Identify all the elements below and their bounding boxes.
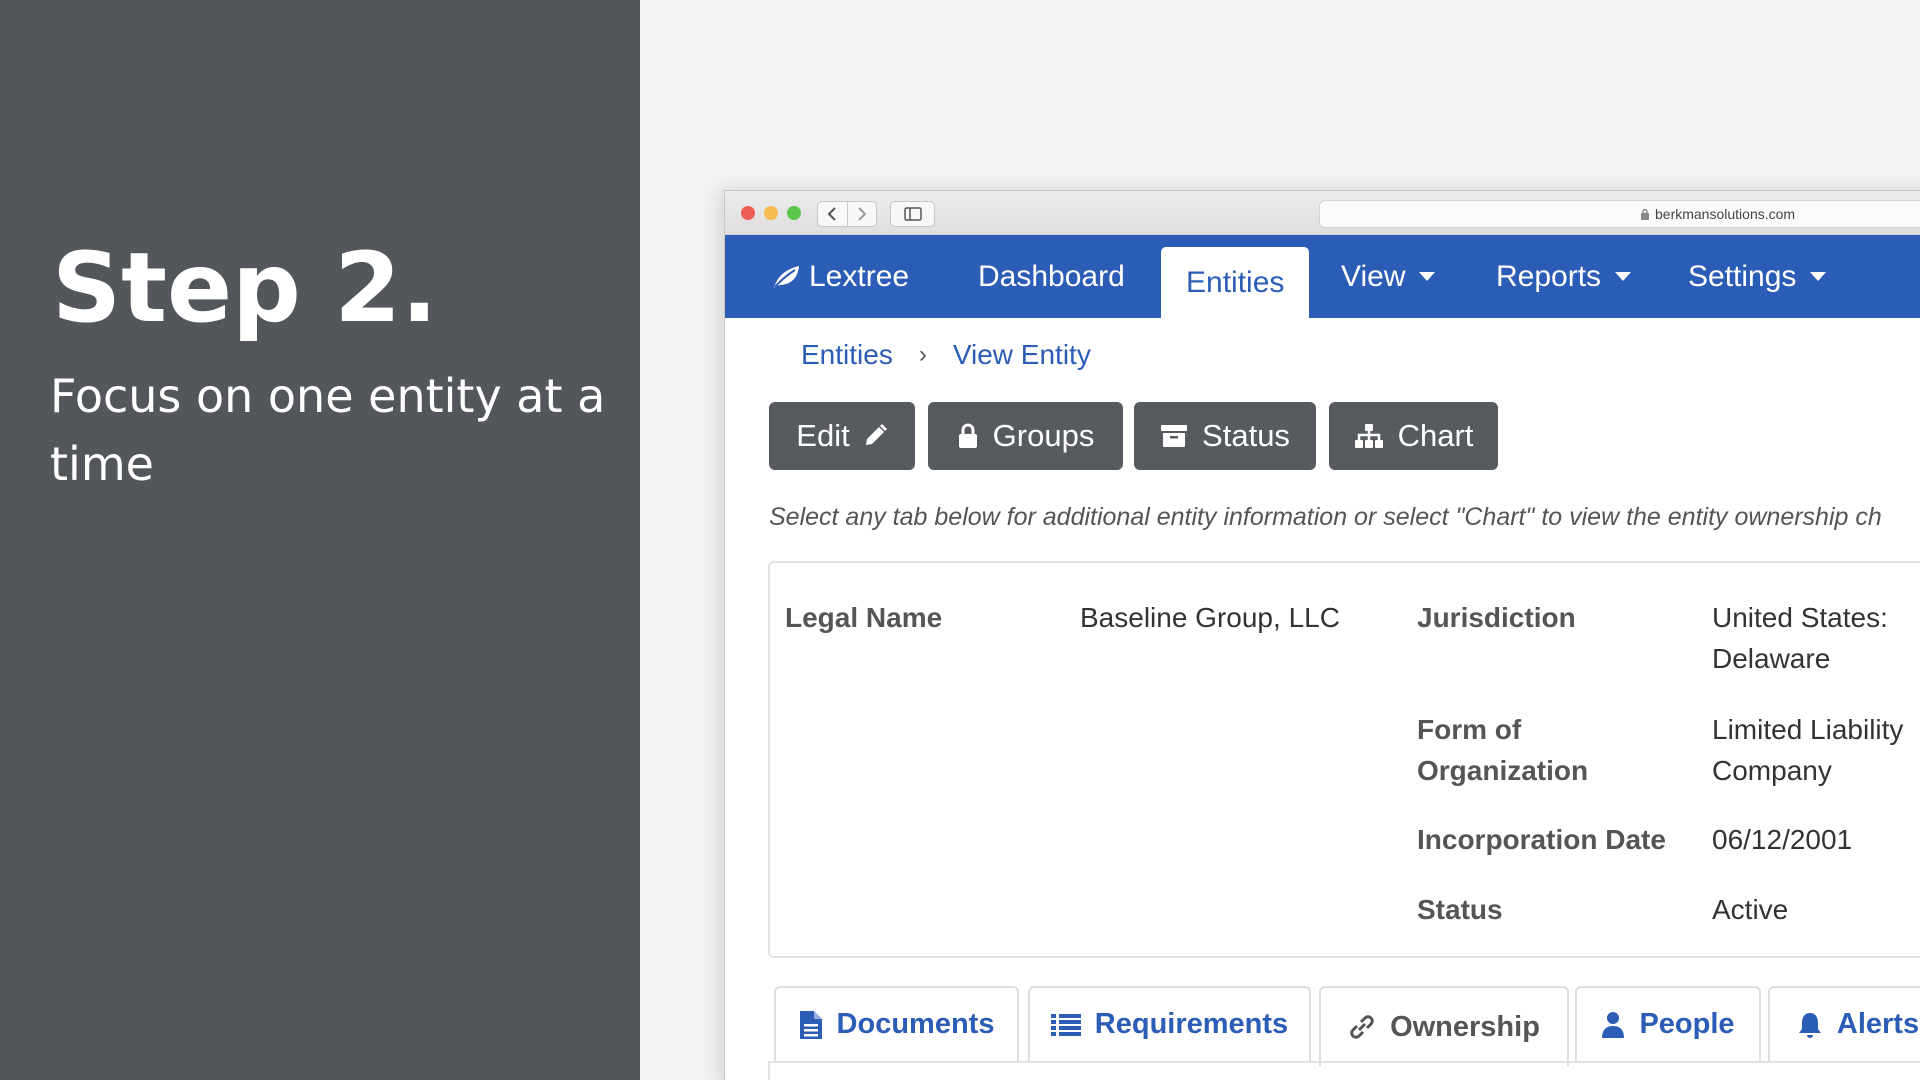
tab-content-panel — [768, 1061, 1920, 1080]
nav-reports-label: Reports — [1496, 259, 1602, 293]
chevron-right-icon: › — [918, 341, 927, 368]
close-window-button[interactable] — [741, 206, 755, 220]
forward-button[interactable] — [846, 202, 876, 226]
tab-people[interactable]: People — [1575, 986, 1761, 1061]
nav-settings-label: Settings — [1688, 259, 1797, 293]
tab-alerts-label: Alerts — [1836, 1008, 1920, 1040]
edit-label: Edit — [796, 418, 850, 453]
legal-name-label: Legal Name — [785, 602, 943, 633]
chevron-right-icon — [858, 207, 867, 221]
slide-panel: Step 2. Focus on one entity at a time — [0, 0, 640, 1080]
nav-view[interactable]: View — [1341, 235, 1436, 318]
sidebar-icon — [903, 207, 922, 221]
breadcrumb: Entities › View Entity — [801, 339, 1091, 371]
nav-entities[interactable]: Entities — [1161, 247, 1310, 318]
back-button[interactable] — [818, 202, 847, 226]
leaf-icon — [774, 265, 799, 288]
chevron-left-icon — [828, 207, 837, 221]
breadcrumb-view-entity[interactable]: View Entity — [953, 339, 1091, 371]
step-subtitle: Focus on one entity at a time — [50, 369, 606, 491]
minimize-window-button[interactable] — [764, 206, 778, 220]
nav-view-label: View — [1341, 259, 1406, 293]
breadcrumb-entities[interactable]: Entities — [801, 339, 893, 371]
jurisdiction-value-line1: United States: — [1712, 602, 1888, 633]
user-icon — [1602, 1011, 1625, 1038]
nav-brand[interactable]: Lextree — [771, 235, 909, 318]
bell-icon — [1798, 1012, 1821, 1038]
archive-icon — [1161, 425, 1188, 447]
tab-alerts[interactable]: Alerts — [1768, 986, 1920, 1061]
tab-requirements-label: Requirements — [1094, 1008, 1289, 1040]
sidebar-toggle-button[interactable] — [890, 201, 935, 227]
tab-ownership[interactable]: Ownership — [1319, 986, 1569, 1066]
file-icon — [799, 1010, 822, 1039]
address-bar[interactable]: berkmansolutions.com — [1319, 200, 1920, 228]
status-button[interactable]: Status — [1134, 402, 1316, 470]
form-value-line2: Company — [1712, 755, 1832, 786]
status-field-value: Active — [1712, 894, 1789, 925]
tab-requirements[interactable]: Requirements — [1028, 986, 1311, 1061]
instruction-text: Select any tab below for additional enti… — [769, 503, 1882, 531]
link-icon — [1350, 1015, 1374, 1039]
tab-documents-label: Documents — [836, 1008, 995, 1040]
edit-button[interactable]: Edit — [769, 402, 915, 470]
entity-details-panel: Legal Name Baseline Group, LLC Jurisdict… — [768, 561, 1920, 958]
status-field-label: Status — [1417, 894, 1503, 925]
caret-down-icon — [1615, 272, 1632, 281]
jurisdiction-label: Jurisdiction — [1417, 602, 1576, 633]
address-url: berkmansolutions.com — [1655, 206, 1796, 222]
groups-button[interactable]: Groups — [928, 402, 1123, 470]
incorporation-date-value: 06/12/2001 — [1712, 824, 1853, 855]
groups-label: Groups — [992, 418, 1095, 453]
tab-people-label: People — [1639, 1008, 1735, 1040]
tab-documents[interactable]: Documents — [774, 986, 1019, 1061]
step-title: Step 2. — [52, 232, 438, 344]
chart-label: Chart — [1397, 418, 1474, 453]
jurisdiction-value-line2: Delaware — [1712, 643, 1831, 674]
brand-label: Lextree — [809, 259, 910, 293]
form-label-line1: Form of — [1417, 714, 1522, 745]
app-navbar: Lextree Dashboard Entities View Reports … — [725, 235, 1920, 318]
lock-icon — [1641, 208, 1649, 220]
pencil-icon — [865, 424, 887, 445]
maximize-window-button[interactable] — [787, 206, 801, 220]
caret-down-icon — [1810, 272, 1827, 281]
nav-settings[interactable]: Settings — [1688, 235, 1827, 318]
form-label-line2: Organization — [1417, 755, 1589, 786]
chart-button[interactable]: Chart — [1329, 402, 1498, 470]
legal-name-value: Baseline Group, LLC — [1080, 602, 1340, 633]
sitemap-icon — [1354, 424, 1383, 448]
caret-down-icon — [1419, 272, 1436, 281]
browser-window: berkmansolutions.com Lextree Dashboard E… — [724, 190, 1920, 1080]
form-value-line1: Limited Liability — [1712, 714, 1904, 745]
lock-icon — [958, 423, 977, 448]
incorporation-date-label: Incorporation Date — [1417, 824, 1666, 855]
status-label: Status — [1202, 418, 1290, 453]
list-icon — [1050, 1013, 1081, 1036]
nav-reports[interactable]: Reports — [1496, 235, 1632, 318]
history-nav — [817, 201, 877, 227]
nav-dashboard[interactable]: Dashboard — [978, 235, 1125, 318]
browser-titlebar: berkmansolutions.com — [725, 191, 1920, 235]
tab-ownership-label: Ownership — [1390, 1010, 1540, 1043]
